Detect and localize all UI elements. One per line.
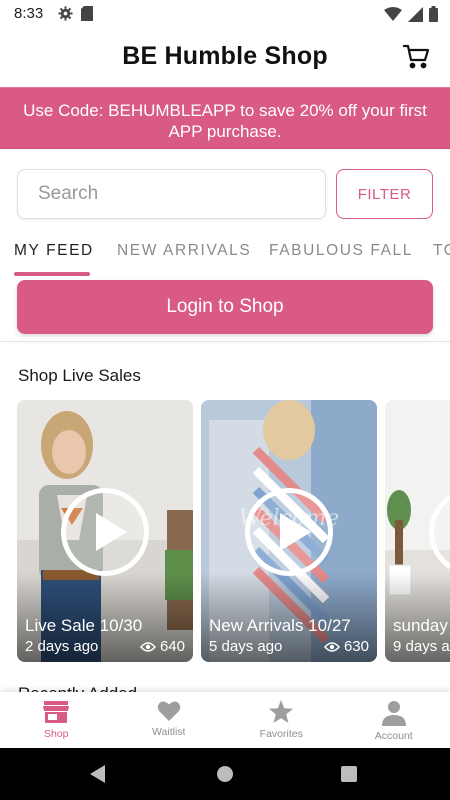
search-input[interactable]: Search	[17, 169, 326, 219]
bottom-nav: Shop Waitlist Favorites Account	[0, 692, 450, 748]
nav-waitlist[interactable]: Waitlist	[113, 692, 226, 748]
wifi-icon	[384, 7, 402, 26]
system-nav-bar	[0, 748, 450, 800]
nav-label: Shop	[43, 728, 69, 740]
cart-icon	[402, 44, 430, 69]
login-to-shop-button[interactable]: Login to Shop	[17, 280, 433, 334]
shop-icon	[43, 701, 70, 723]
tab-partial[interactable]: TO	[433, 242, 450, 260]
nav-label: Account	[374, 730, 413, 742]
battery-icon	[429, 6, 438, 27]
views-count: 630	[343, 638, 369, 655]
search-placeholder: Search	[38, 183, 99, 204]
back-icon[interactable]	[90, 765, 105, 783]
promo-banner[interactable]: Use Code: BEHUMBLEAPP to save 20% off yo…	[0, 87, 450, 149]
sd-card-icon	[81, 6, 93, 26]
tab-my-feed[interactable]: MY FEED	[14, 242, 94, 260]
app-title: BE Humble Shop	[122, 42, 328, 70]
live-sales-title: Shop Live Sales	[18, 366, 141, 385]
play-icon[interactable]	[245, 488, 333, 576]
card-title: New Arrivals 10/27	[209, 616, 351, 635]
live-sale-card[interactable]: Welcome New Arrivals 10/27 5 days ago 63…	[201, 400, 377, 662]
section-divider	[0, 341, 450, 342]
card-views: 640	[139, 638, 185, 655]
status-left-icons	[58, 6, 93, 26]
status-time: 8:33	[14, 5, 44, 22]
tab-new-arrivals[interactable]: NEW ARRIVALS	[117, 242, 251, 260]
nav-label: Waitlist	[152, 726, 186, 738]
card-age: 2 days ago	[25, 638, 99, 655]
login-label: Login to Shop	[166, 296, 284, 317]
status-bar: 8:33	[0, 0, 450, 28]
card-title: Live Sale 10/30	[25, 616, 143, 635]
heart-icon	[157, 701, 180, 721]
person-icon	[381, 701, 406, 726]
signal-icon	[408, 6, 423, 27]
live-sale-card[interactable]: sunday 9 days ag	[385, 400, 450, 662]
status-right-icons	[384, 6, 438, 27]
card-title: sunday	[393, 616, 448, 635]
home-icon[interactable]	[217, 766, 233, 782]
nav-label: Favorites	[259, 728, 303, 740]
recents-icon[interactable]	[341, 766, 357, 782]
eye-icon	[139, 641, 156, 652]
tab-fabulous-fall[interactable]: FABULOUS FALL	[269, 242, 413, 260]
views-count: 640	[159, 638, 185, 655]
live-sale-card[interactable]: Live Sale 10/30 2 days ago 640	[17, 400, 193, 662]
promo-text: Use Code: BEHUMBLEAPP to save 20% off yo…	[23, 101, 427, 141]
play-icon[interactable]	[61, 488, 149, 576]
nav-favorites[interactable]: Favorites	[225, 692, 338, 748]
category-tabs: MY FEED NEW ARRIVALS FABULOUS FALL TO	[0, 236, 450, 276]
eye-icon	[323, 641, 340, 652]
card-views: 630	[323, 638, 369, 655]
cart-button[interactable]	[402, 42, 430, 70]
card-age: 9 days ag	[393, 638, 450, 655]
nav-account[interactable]: Account	[338, 692, 450, 748]
live-sales-carousel[interactable]: Live Sale 10/30 2 days ago 640 Welcome N…	[17, 400, 450, 662]
filter-label: FILTER	[357, 185, 412, 203]
active-tab-indicator	[14, 272, 90, 276]
app-header: BE Humble Shop	[0, 28, 450, 86]
filter-button[interactable]: FILTER	[336, 169, 433, 219]
gear-icon	[58, 6, 73, 26]
star-icon	[269, 700, 294, 723]
nav-shop[interactable]: Shop	[0, 692, 113, 748]
card-age: 5 days ago	[209, 638, 283, 655]
